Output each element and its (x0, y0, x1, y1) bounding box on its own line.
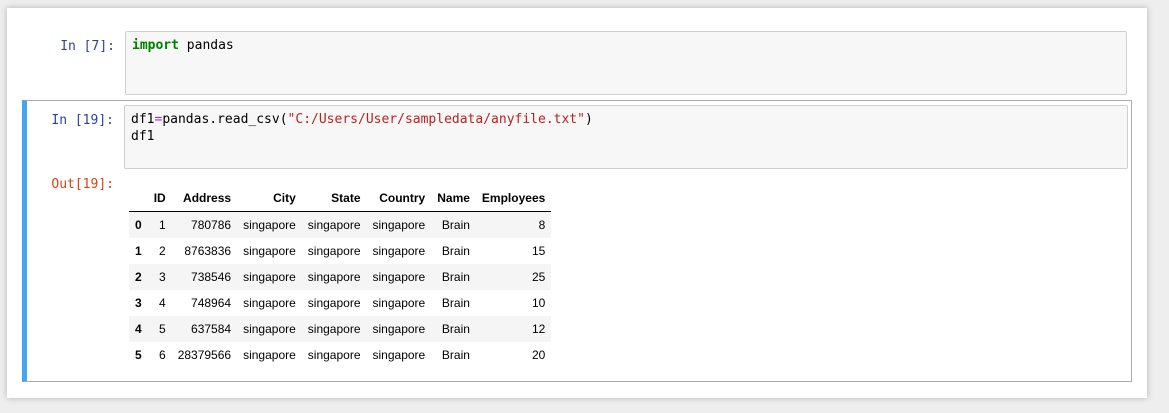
row-index: 3 (135, 296, 142, 310)
table-cell: 20 (531, 348, 546, 362)
table-row: 1 2 8763836 singapore singapore singapore Brai… (129, 238, 551, 264)
table-cell: 6 (159, 348, 166, 362)
column-header: ID (147, 185, 172, 212)
table-cell: Brain (441, 322, 470, 336)
code-cell-1[interactable]: In [7]: import pandas (22, 26, 1127, 95)
table-cell: singapore (243, 244, 296, 258)
table-cell: singapore (307, 218, 361, 232)
column-header: State (301, 185, 367, 212)
table-cell: 5 (159, 322, 166, 336)
table-cell: 637584 (191, 322, 232, 336)
table-row: 3 4 748964 singapore singapore singapore Brain… (129, 290, 551, 316)
table-cell: singapore (372, 348, 426, 362)
table-row: 5 6 28379566 singapore singapore singapore Bra… (129, 342, 551, 368)
output-prompt: Out[19]: (51, 177, 114, 192)
dataframe-table: ID Address City State Country Name Employees 0… (129, 185, 552, 369)
code-line: df1=pandas.read_csv("C:/Users/User/sampl… (131, 111, 1121, 128)
table-cell: 10 (531, 296, 546, 310)
code-lines: df1=pandas.read_csv("C:/Users/User/sampl… (131, 111, 1121, 145)
table-cell: singapore (372, 270, 426, 284)
code-token: df1 (131, 129, 155, 144)
table-row: 2 3 738546 singapore singapore singapore Brain… (129, 264, 552, 290)
column-header: Country (366, 185, 432, 212)
row-index: 2 (135, 270, 142, 284)
table-cell: singapore (372, 244, 426, 258)
code-token: ) (584, 112, 593, 127)
code-token: df1 (131, 112, 155, 127)
table-cell: 2 (159, 244, 166, 258)
table-cell: singapore (243, 218, 296, 232)
table-cell: 3 (159, 270, 166, 284)
table-body: 0 1 780786 singapore singapore singapore Brain… (129, 211, 552, 369)
table-cell: singapore (372, 296, 426, 310)
table-cell: singapore (243, 322, 296, 336)
column-header: Address (171, 185, 238, 212)
input-prompt: In [19]: (51, 113, 114, 128)
code-line: df1 (131, 128, 1121, 145)
table-cell: Brain (441, 296, 470, 310)
code-token: import (132, 38, 179, 53)
code-editor[interactable]: df1=pandas.read_csv("C:/Users/User/sampl… (124, 105, 1128, 169)
table-cell: singapore (372, 218, 426, 232)
code-token: "C:/Users/User/sampledata/anyfile.txt" (287, 112, 585, 127)
table-cell: singapore (307, 296, 361, 310)
table-cell: Brain (441, 348, 470, 362)
table-row: 0 1 780786 singapore singapore singapore Brain… (129, 211, 552, 238)
table-cell: 738546 (191, 270, 232, 284)
code-lines: import pandas (132, 37, 1120, 54)
table-cell: 25 (531, 270, 546, 284)
table-cell: 780786 (191, 218, 232, 232)
table-cell: singapore (307, 244, 361, 258)
input-prompt: In [7]: (60, 39, 115, 54)
notebook-container: In [7]: import pandas In [19]: df1=panda… (7, 8, 1147, 398)
row-index: 0 (135, 218, 142, 232)
table-header-row: ID Address City State Country Name Employees (129, 185, 552, 212)
table-cell: singapore (243, 296, 296, 310)
column-header (129, 185, 148, 212)
table-cell: Brain (441, 270, 470, 284)
row-index: 4 (135, 322, 142, 336)
code-cell-2-selected[interactable]: In [19]: df1=pandas.read_csv("C:/Users/U… (22, 100, 1132, 382)
table-cell: 28379566 (177, 348, 232, 362)
table-row: 4 5 637584 singapore singapore singapore Brain… (129, 316, 552, 342)
table-cell: 8 (538, 218, 546, 232)
table-cell: singapore (243, 270, 296, 284)
column-header: Employees (475, 185, 552, 212)
table-cell: Brain (441, 218, 470, 232)
table-cell: Brain (441, 244, 470, 258)
code-token: pandas (178, 38, 234, 53)
table-cell: 15 (531, 244, 546, 258)
table-cell: 8763836 (184, 244, 232, 258)
column-header: Name (431, 185, 476, 212)
table-cell: 1 (159, 218, 166, 232)
table-cell: 748964 (191, 296, 232, 310)
row-index: 5 (135, 348, 142, 362)
code-editor[interactable]: import pandas (125, 31, 1127, 95)
table-cell: 4 (159, 296, 166, 310)
table-cell: singapore (243, 348, 296, 362)
table-cell: singapore (307, 348, 361, 362)
table-cell: singapore (372, 322, 426, 336)
table-cell: 12 (531, 322, 546, 336)
row-index: 1 (135, 244, 142, 258)
column-header: City (237, 185, 302, 212)
code-line: import pandas (132, 37, 1120, 54)
table-cell: singapore (307, 322, 361, 336)
table-cell: singapore (307, 270, 361, 284)
code-token: pandas.read_csv( (162, 112, 288, 127)
